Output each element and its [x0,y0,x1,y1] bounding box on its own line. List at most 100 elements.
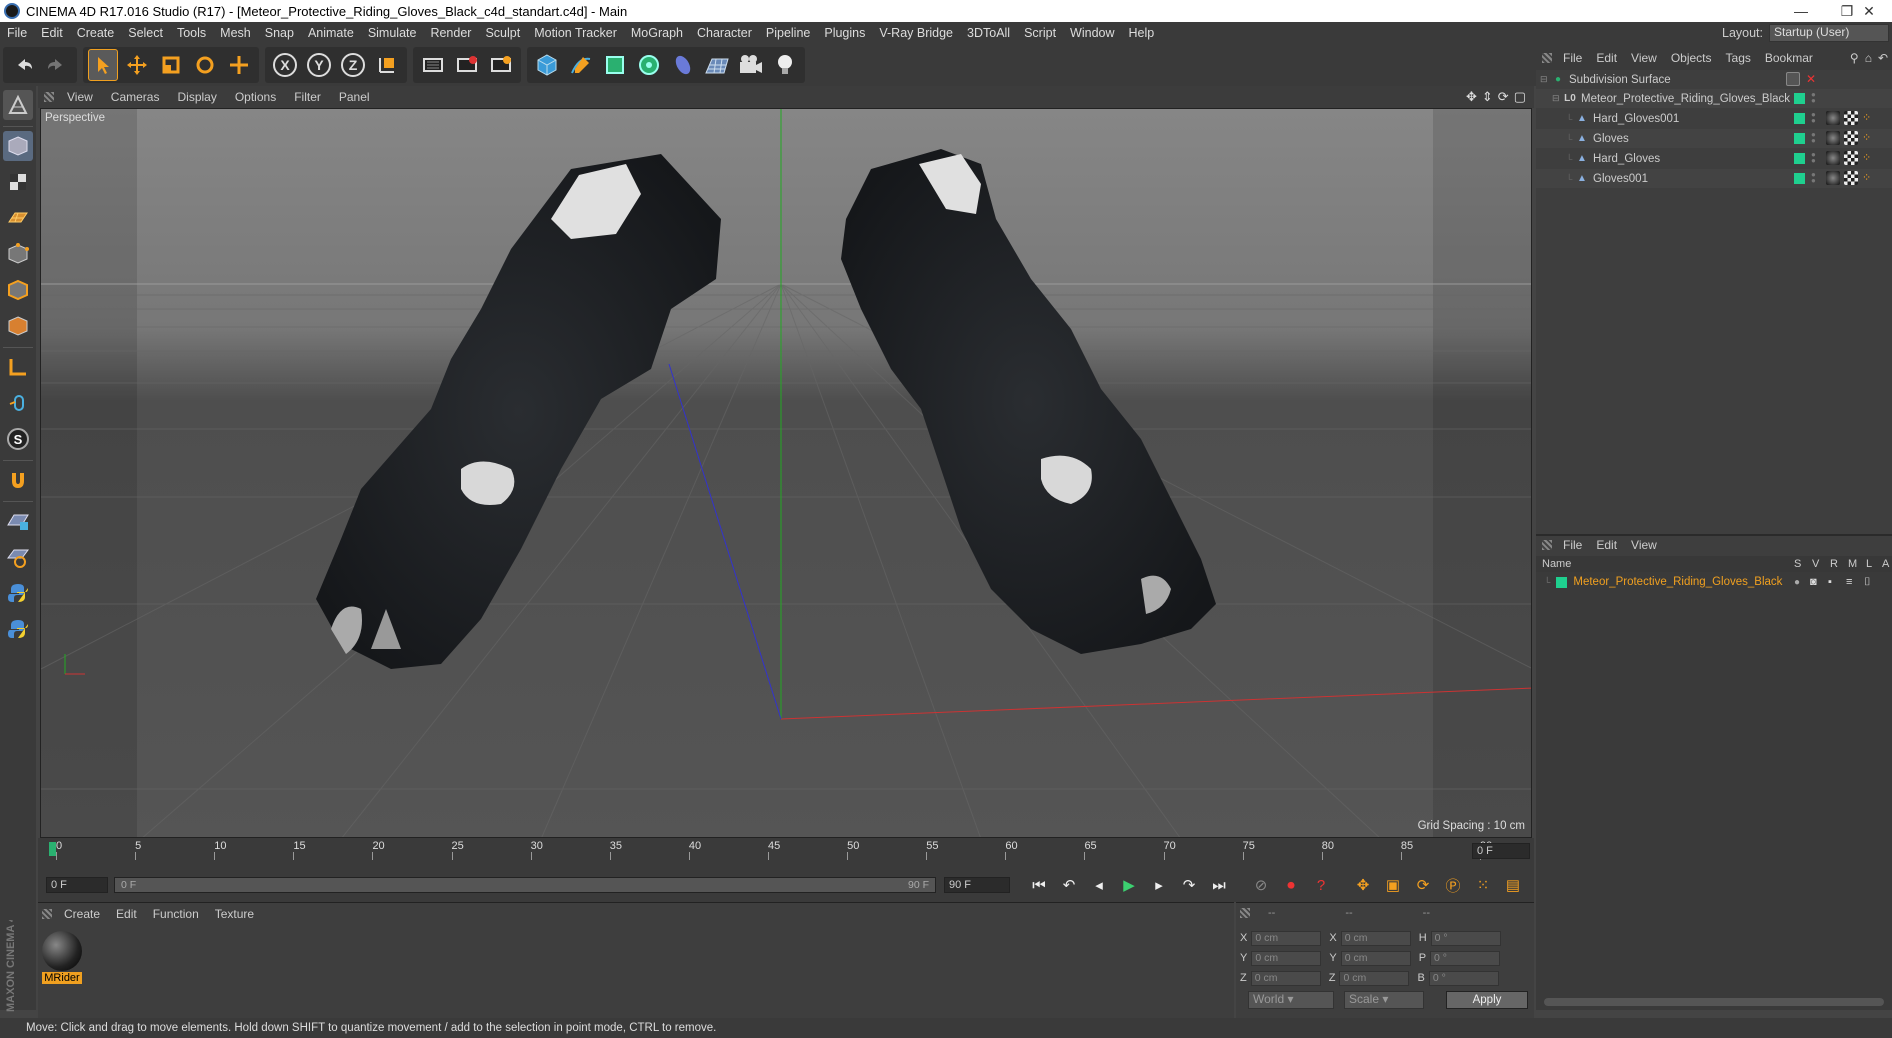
material-tag-icon[interactable] [1826,131,1840,145]
viewport-menu-cameras[interactable]: Cameras [102,90,169,104]
axis-mode-icon[interactable] [3,352,33,382]
key-param-icon[interactable]: Ⓟ [1440,873,1466,897]
render-view-icon[interactable] [418,49,448,81]
snap-magnet-icon[interactable] [3,465,33,495]
menu-3dtoall[interactable]: 3DToAll [960,26,1017,40]
viewport-menu-display[interactable]: Display [168,90,225,104]
undo-icon[interactable] [8,49,38,81]
menu-script[interactable]: Script [1017,26,1063,40]
visibility-dots[interactable]: ● ● [1811,111,1816,125]
size-y-field[interactable]: 0 cm [1340,950,1411,966]
timeline-window-icon[interactable]: ▤ [1500,873,1526,897]
spline-pen-icon[interactable] [566,49,596,81]
redo-icon[interactable] [42,49,72,81]
visibility-dots[interactable]: ● ● [1811,151,1816,165]
light-icon[interactable] [770,49,800,81]
key-pla-icon[interactable]: ⁙ [1470,873,1496,897]
step-forward-icon[interactable]: ▸ [1146,873,1172,897]
solo-mode-icon[interactable]: S [3,424,33,454]
autokey-icon[interactable]: ? [1308,873,1334,897]
layer-color-tag[interactable] [1794,133,1805,144]
polygons-mode-icon[interactable] [3,311,33,341]
pos-x-field[interactable]: 0 cm [1251,930,1322,946]
floor-scene-icon[interactable] [702,49,732,81]
phong-tag-icon[interactable]: ⁘ [1862,131,1876,145]
menu-window[interactable]: Window [1063,26,1121,40]
record-motion-icon[interactable]: ⊘ [1248,873,1274,897]
pos-z-field[interactable]: 0 cm [1250,970,1321,986]
phong-tag-icon[interactable]: ⁘ [1862,171,1876,185]
menu-mesh[interactable]: Mesh [213,26,258,40]
rotate-tool-icon[interactable] [190,49,220,81]
menu-vray-bridge[interactable]: V-Ray Bridge [872,26,960,40]
layer-menu-file[interactable]: File [1556,538,1589,552]
object-row[interactable]: └ ▲ Gloves ● ● ⁘ [1536,129,1892,148]
play-icon[interactable]: ▶ [1116,873,1142,897]
playhead-marker[interactable] [49,842,56,856]
camera-icon[interactable] [736,49,766,81]
menu-file[interactable]: File [0,26,34,40]
start-frame-field[interactable]: 0 F [46,877,108,893]
material-tag-icon[interactable] [1826,171,1840,185]
material-menu-texture[interactable]: Texture [207,907,262,921]
y-axis-lock-icon[interactable]: Y [304,49,334,81]
object-row[interactable]: └ ▲ Hard_Gloves001 ● ● ⁘ [1536,109,1892,128]
deformer-icon[interactable] [668,49,698,81]
object-row[interactable]: ⊟ L0 Meteor_Protective_Riding_Gloves_Bla… [1536,89,1892,108]
viewport-menu-filter[interactable]: Filter [285,90,330,104]
uvw-tag-icon[interactable] [1844,171,1858,185]
layer-solo-toggle-icon[interactable]: ● [1794,577,1800,588]
object-row[interactable]: ⊟ ● Subdivision Surface ✕ [1536,70,1892,89]
material-menu-create[interactable]: Create [56,907,108,921]
visibility-dots[interactable]: ● ● [1811,131,1816,145]
layer-view-toggle-icon[interactable]: ◙ [1810,576,1817,588]
model-mode-icon[interactable] [3,131,33,161]
layer-color-swatch[interactable] [1556,576,1568,588]
pos-y-field[interactable]: 0 cm [1251,950,1322,966]
texture-mode-icon[interactable] [3,167,33,197]
layer-menu-edit[interactable]: Edit [1589,538,1624,552]
viewport-menu-options[interactable]: Options [226,90,285,104]
material-menu-function[interactable]: Function [145,907,207,921]
coordinate-space-select[interactable]: World ▾ [1248,991,1334,1009]
key-position-icon[interactable]: ✥ [1350,873,1376,897]
material-swatch[interactable]: MRider [42,931,82,985]
uvw-tag-icon[interactable] [1844,151,1858,165]
step-back-icon[interactable]: ◂ [1086,873,1112,897]
rot-p-field[interactable]: 0 ° [1430,950,1501,966]
layer-manager-toggle-icon[interactable]: ≡ [1846,576,1852,588]
uvw-tag-icon[interactable] [1844,131,1858,145]
menu-simulate[interactable]: Simulate [361,26,424,40]
layer-color-tag[interactable] [1794,93,1805,104]
object-disabled-icon[interactable]: ✕ [1806,72,1820,86]
visibility-dots[interactable]: ● ● [1811,91,1816,105]
record-keyframe-icon[interactable]: ⏺ [1278,873,1304,897]
object-row[interactable]: └ ▲ Gloves001 ● ● ⁘ [1536,169,1892,188]
menu-create[interactable]: Create [70,26,122,40]
size-mode-select[interactable]: Scale ▾ [1344,991,1424,1009]
edges-mode-icon[interactable] [3,275,33,305]
perspective-viewport[interactable]: Perspective Grid Spacing : 10 cm [40,108,1532,838]
current-frame-field[interactable]: 0 F [1472,843,1530,859]
cloner-mograph-icon[interactable] [634,49,664,81]
object-menu-tags[interactable]: Tags [1719,51,1758,65]
workplane-align-icon[interactable] [3,542,33,572]
viewport-maximize-icon[interactable]: ▢ [1514,89,1526,105]
object-search-icon[interactable]: ⚲ [1850,51,1859,65]
rot-h-field[interactable]: 0 ° [1430,930,1501,946]
menu-pipeline[interactable]: Pipeline [759,26,817,40]
key-rotation-icon[interactable]: ⟳ [1410,873,1436,897]
apply-button[interactable]: Apply [1446,991,1528,1009]
object-home-icon[interactable]: ⌂ [1865,51,1872,65]
select-tool-icon[interactable] [88,49,118,81]
layer-menu-view[interactable]: View [1624,538,1664,552]
layer-color-tag[interactable] [1794,113,1805,124]
object-menu-file[interactable]: File [1556,51,1589,65]
layout-select[interactable]: Startup (User) [1769,24,1890,42]
viewport-zoom-icon[interactable]: ⇕ [1482,89,1493,105]
layer-color-tag[interactable] [1794,153,1805,164]
menu-edit[interactable]: Edit [34,26,70,40]
viewport-menu-view[interactable]: View [58,90,102,104]
phong-tag-icon[interactable]: ⁘ [1862,151,1876,165]
layer-horizontal-scrollbar[interactable] [1544,998,1884,1006]
